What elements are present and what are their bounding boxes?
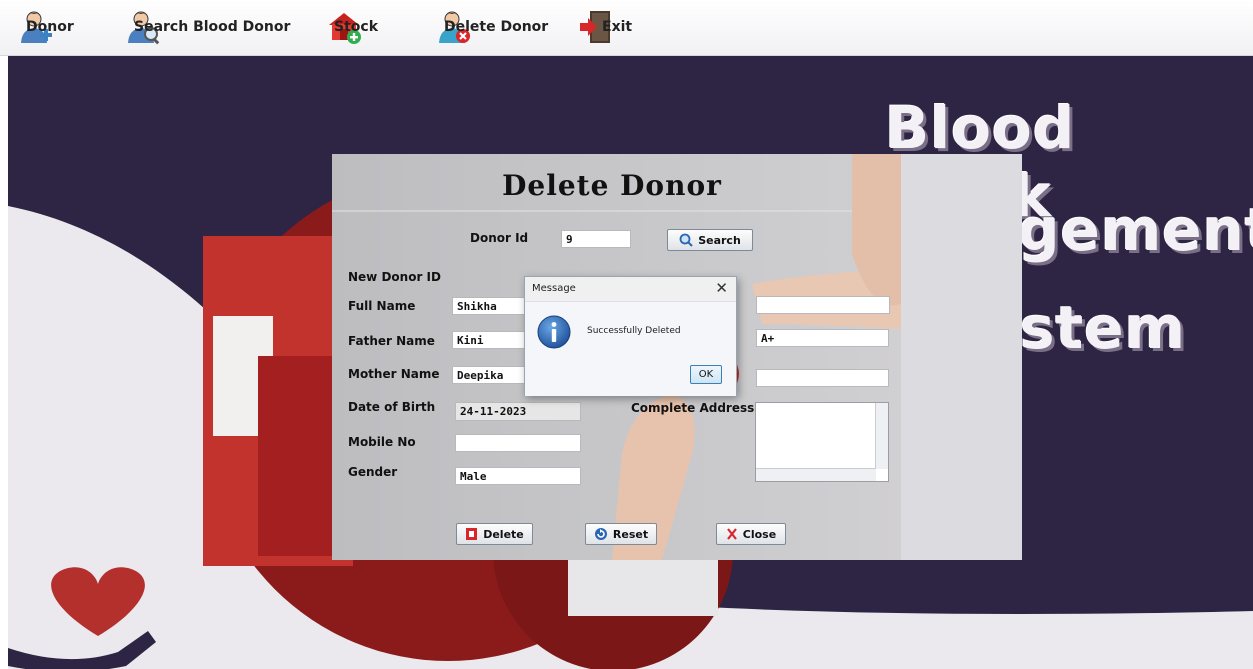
gender-label: Gender <box>348 465 398 479</box>
new-donor-id-label: New Donor ID <box>348 270 441 284</box>
search-button[interactable]: Search <box>667 229 753 251</box>
address-vertical-scrollbar[interactable] <box>875 403 888 469</box>
delete-button-label: Delete <box>483 527 524 541</box>
menu-item-donor[interactable]: Donor <box>18 8 74 46</box>
mobile-no-label: Mobile No <box>348 435 416 449</box>
menu-item-delete-donor[interactable]: Delete Donor <box>436 8 548 46</box>
close-icon <box>726 528 737 540</box>
reset-icon <box>594 528 607 540</box>
form-title: Delete Donor <box>502 169 722 202</box>
dialog-title: Message <box>532 283 576 294</box>
blood-group-field[interactable]: A+ <box>756 329 889 347</box>
menu-label-stock: Stock <box>334 19 379 35</box>
delete-icon <box>466 528 478 540</box>
menu-item-stock[interactable]: Stock <box>326 8 378 46</box>
full-name-label: Full Name <box>348 299 416 313</box>
menu-label-search-blood-donor: Search Blood Donor <box>134 19 291 35</box>
right-field-1[interactable] <box>756 296 890 314</box>
search-icon <box>679 233 693 247</box>
info-icon <box>537 315 571 349</box>
complete-address-label: Complete Address <box>631 401 755 415</box>
gender-field[interactable]: Male <box>455 467 581 485</box>
close-button[interactable]: Close <box>716 523 786 545</box>
mother-name-field[interactable]: Deepika <box>452 366 527 384</box>
menu-item-exit[interactable]: Exit <box>578 8 632 46</box>
father-name-field[interactable]: Kini <box>452 331 527 349</box>
search-button-label: Search <box>698 233 741 247</box>
menu-bar: Donor Search Blood Donor Stock Delete Do… <box>0 0 1253 56</box>
father-name-label: Father Name <box>348 334 435 348</box>
mother-name-label: Mother Name <box>348 367 440 381</box>
address-horizontal-scrollbar[interactable] <box>756 468 876 481</box>
close-button-label: Close <box>742 527 777 541</box>
app-title-line-2: gement <box>1018 196 1253 264</box>
menu-item-search-blood-donor[interactable]: Search Blood Donor <box>126 8 290 46</box>
right-field-3[interactable] <box>756 369 889 387</box>
mobile-no-field[interactable] <box>455 434 581 452</box>
complete-address-field[interactable] <box>755 402 889 482</box>
donor-id-label: Donor Id <box>470 231 529 245</box>
dialog-close-button[interactable]: ✕ <box>715 279 728 297</box>
dob-label: Date of Birth <box>348 400 436 414</box>
dob-field[interactable]: 24-11-2023 <box>455 402 581 421</box>
app-title-line-3: stem <box>1020 294 1187 362</box>
reset-button-label: Reset <box>612 527 649 541</box>
delete-button[interactable]: Delete <box>456 523 533 545</box>
dialog-message: Successfully Deleted <box>587 326 681 336</box>
message-dialog: Message ✕ Successfully Deleted OK <box>524 276 737 396</box>
reset-button[interactable]: Reset <box>585 523 657 545</box>
form-side-panel <box>901 154 1022 560</box>
ok-button[interactable]: OK <box>690 365 722 384</box>
full-name-field[interactable]: Shikha <box>452 297 527 315</box>
menu-label-exit: Exit <box>602 19 633 35</box>
menu-label-donor: Donor <box>26 19 74 35</box>
menu-label-delete-donor: Delete Donor <box>444 19 549 35</box>
donor-id-field[interactable]: 9 <box>561 230 631 248</box>
